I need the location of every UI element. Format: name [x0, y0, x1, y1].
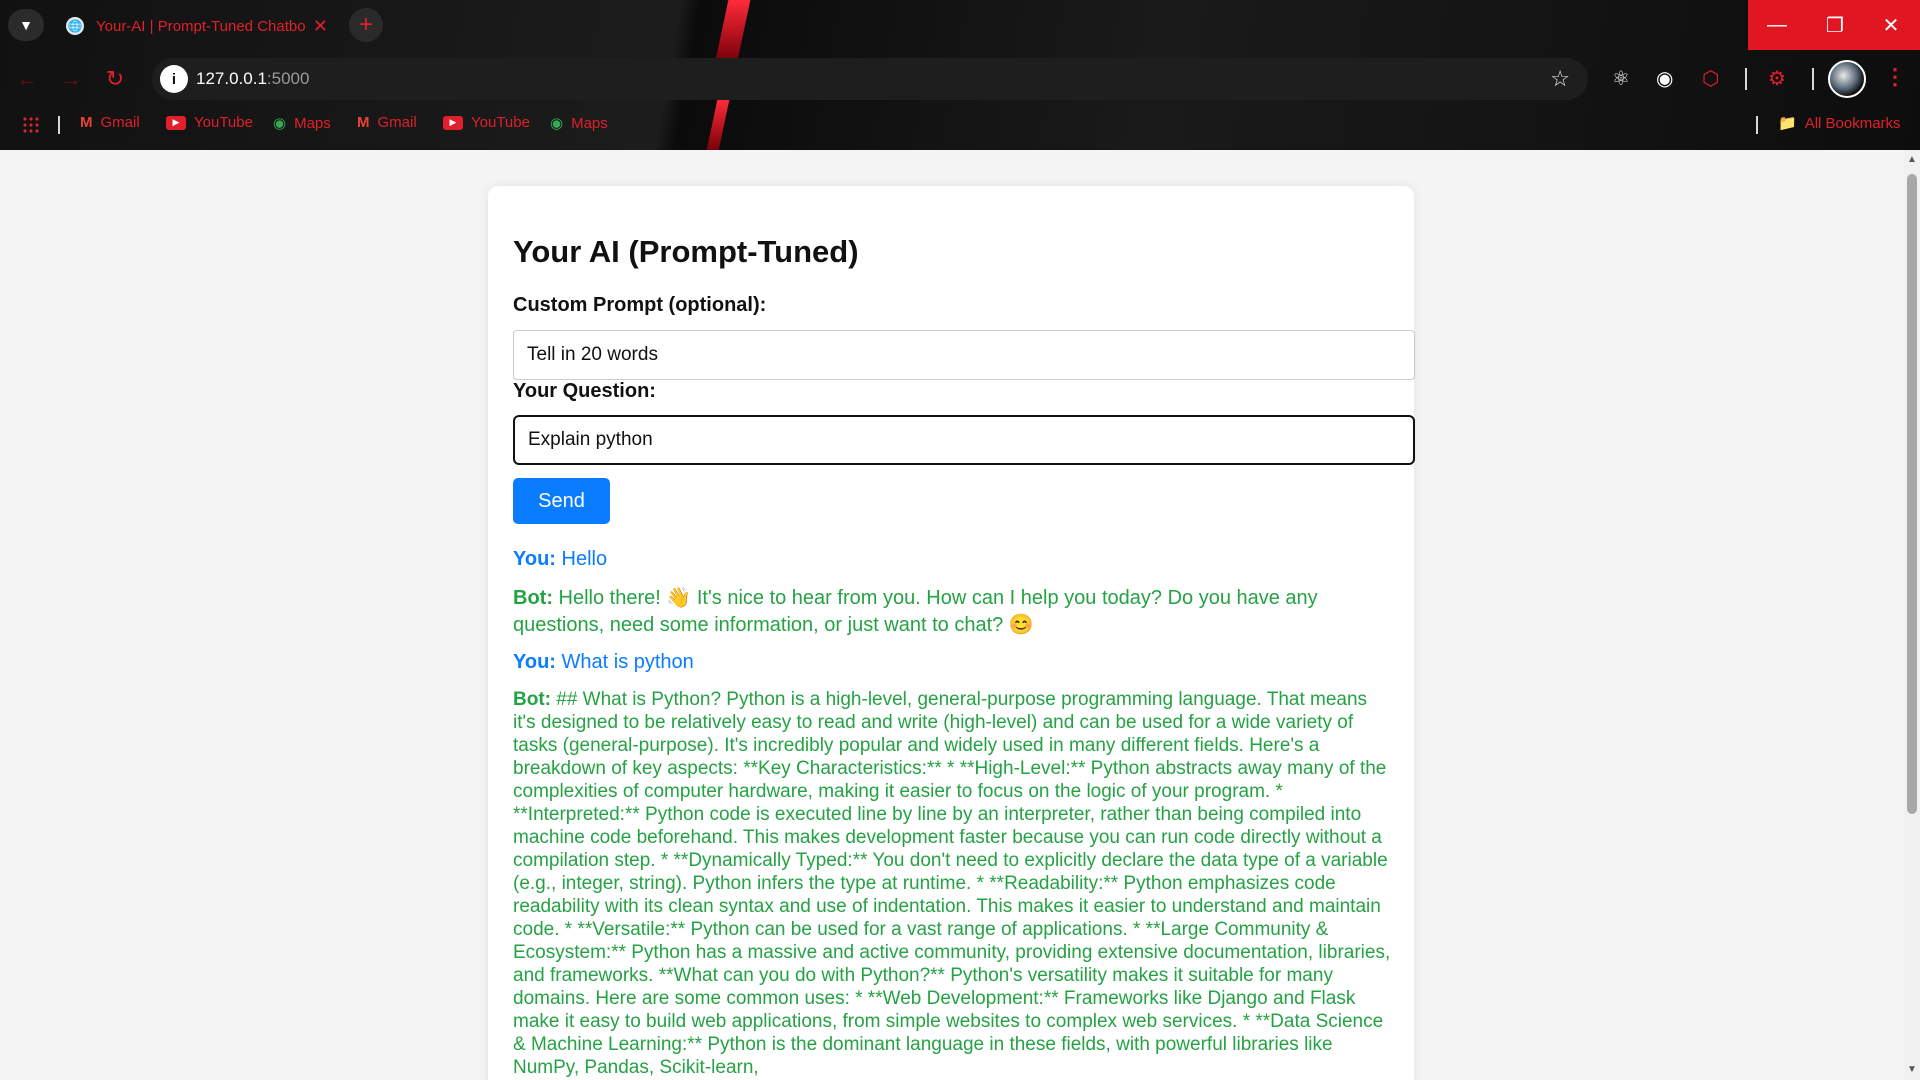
close-tab-icon[interactable]: ✕: [313, 16, 328, 37]
question-input[interactable]: [513, 415, 1415, 465]
bookmark-maps[interactable]: ◉ Maps: [550, 114, 608, 133]
speaker-label: Bot:: [513, 689, 551, 710]
url-text[interactable]: 127.0.0.1:5000: [196, 69, 309, 89]
speaker-label: You:: [513, 548, 556, 570]
gmail-icon: M: [357, 114, 370, 131]
youtube-icon: ▶: [166, 115, 186, 130]
extension-target-icon[interactable]: ◉: [1656, 66, 1673, 91]
toolbar: ← → ↻ i 127.0.0.1:5000 ☆ ⚛ ◉ ⬡ ⚙ ⋮: [0, 52, 1920, 106]
bot-message: Bot: Hello there! 👋 It's nice to hear fr…: [513, 585, 1393, 639]
all-bookmarks-label: All Bookmarks: [1804, 114, 1901, 132]
bookmark-youtube[interactable]: ▶ YouTube: [443, 114, 530, 131]
bookmark-label: Gmail: [377, 114, 417, 131]
apps-grid-icon[interactable]: [22, 116, 40, 134]
bot-message: Bot: ## What is Python? Python is a high…: [513, 688, 1393, 1079]
speaker-label: Bot:: [513, 587, 553, 609]
globe-icon: 🌐: [66, 17, 84, 35]
question-label: Your Question:: [513, 380, 656, 402]
toolbar-divider: [1812, 68, 1814, 90]
folder-icon: 📁: [1778, 115, 1797, 132]
maps-pin-icon: ◉: [550, 115, 564, 132]
new-tab-button[interactable]: +: [349, 8, 383, 42]
speaker-label: You:: [513, 651, 556, 673]
page-scrollbar[interactable]: ▲ ▼: [1904, 150, 1920, 1080]
bookmarks-divider: [1756, 116, 1758, 134]
bookmark-gmail[interactable]: M Gmail: [80, 114, 140, 131]
message-text: What is python: [561, 651, 694, 673]
send-button[interactable]: Send: [513, 478, 610, 524]
forward-button[interactable]: →: [56, 64, 86, 94]
bookmark-label: Gmail: [100, 114, 140, 131]
youtube-icon: ▶: [443, 115, 463, 130]
tab-bar: ▼ 🌐 Your-AI | Prompt-Tuned Chatbot ✕ + —…: [0, 0, 1920, 50]
message-text: Hello: [561, 548, 608, 570]
message-text: ## What is Python? Python is a high-leve…: [513, 689, 1391, 1078]
chat-log: You: Hello Bot: Hello there! 👋 It's nice…: [513, 546, 1393, 1080]
all-bookmarks[interactable]: 📁 All Bookmarks: [1778, 114, 1901, 133]
bookmark-label: YouTube: [471, 114, 530, 131]
tab-search-button[interactable]: ▼: [8, 9, 44, 41]
tab-active[interactable]: 🌐 Your-AI | Prompt-Tuned Chatbot ✕: [54, 6, 340, 46]
extension-puzzle-icon[interactable]: ⚙: [1768, 66, 1786, 91]
scroll-down-arrow-icon[interactable]: ▼: [1907, 1064, 1917, 1075]
custom-prompt-label: Custom Prompt (optional):: [513, 294, 767, 316]
bookmarks-divider: [58, 116, 60, 134]
user-message: You: Hello: [513, 546, 1393, 573]
bookmark-label: YouTube: [194, 114, 253, 131]
reload-button[interactable]: ↻: [100, 64, 130, 94]
url-port: :5000: [266, 69, 310, 88]
back-button[interactable]: ←: [12, 64, 42, 94]
message-text: Hello there! 👋 It's nice to hear from yo…: [513, 587, 1318, 636]
page-viewport: Your AI (Prompt-Tuned) Custom Prompt (op…: [0, 150, 1904, 1080]
profile-avatar[interactable]: [1828, 60, 1866, 98]
extension-atom-icon[interactable]: ⚛: [1612, 66, 1630, 91]
browser-chrome: ▼ 🌐 Your-AI | Prompt-Tuned Chatbot ✕ + —…: [0, 0, 1920, 150]
address-bar[interactable]: i 127.0.0.1:5000 ☆: [152, 58, 1588, 100]
site-info-icon[interactable]: i: [160, 65, 188, 93]
bookmark-label: Maps: [571, 114, 608, 132]
scrollbar-thumb[interactable]: [1907, 174, 1917, 814]
bookmark-gmail[interactable]: M Gmail: [357, 114, 417, 131]
gmail-icon: M: [80, 114, 93, 131]
bookmark-star-icon[interactable]: ☆: [1550, 66, 1570, 92]
extension-hexagon-icon[interactable]: ⬡: [1702, 66, 1719, 91]
menu-kebab-icon[interactable]: ⋮: [1884, 64, 1906, 90]
bookmark-maps[interactable]: ◉ Maps: [273, 114, 331, 133]
tab-title: Your-AI | Prompt-Tuned Chatbot: [96, 17, 305, 35]
toolbar-divider: [1745, 68, 1747, 90]
page-title: Your AI (Prompt-Tuned): [513, 234, 859, 269]
user-message: You: What is python: [513, 649, 1393, 676]
chat-card: Your AI (Prompt-Tuned) Custom Prompt (op…: [488, 186, 1415, 1080]
close-window-button[interactable]: ✕: [1862, 0, 1920, 50]
bookmarks-bar: M Gmail ▶ YouTube ◉ Maps M Gmail ▶ YouTube ◉ M…: [0, 110, 1920, 140]
custom-prompt-input[interactable]: [513, 330, 1415, 380]
bookmark-label: Maps: [294, 114, 331, 132]
maps-pin-icon: ◉: [273, 115, 287, 132]
url-host: 127.0.0.1: [196, 69, 267, 88]
minimize-button[interactable]: —: [1748, 0, 1806, 50]
bookmark-youtube[interactable]: ▶ YouTube: [166, 114, 253, 131]
restore-button[interactable]: ❐: [1806, 0, 1864, 50]
chevron-down-icon: ▼: [19, 17, 33, 33]
scroll-up-arrow-icon[interactable]: ▲: [1907, 154, 1917, 165]
